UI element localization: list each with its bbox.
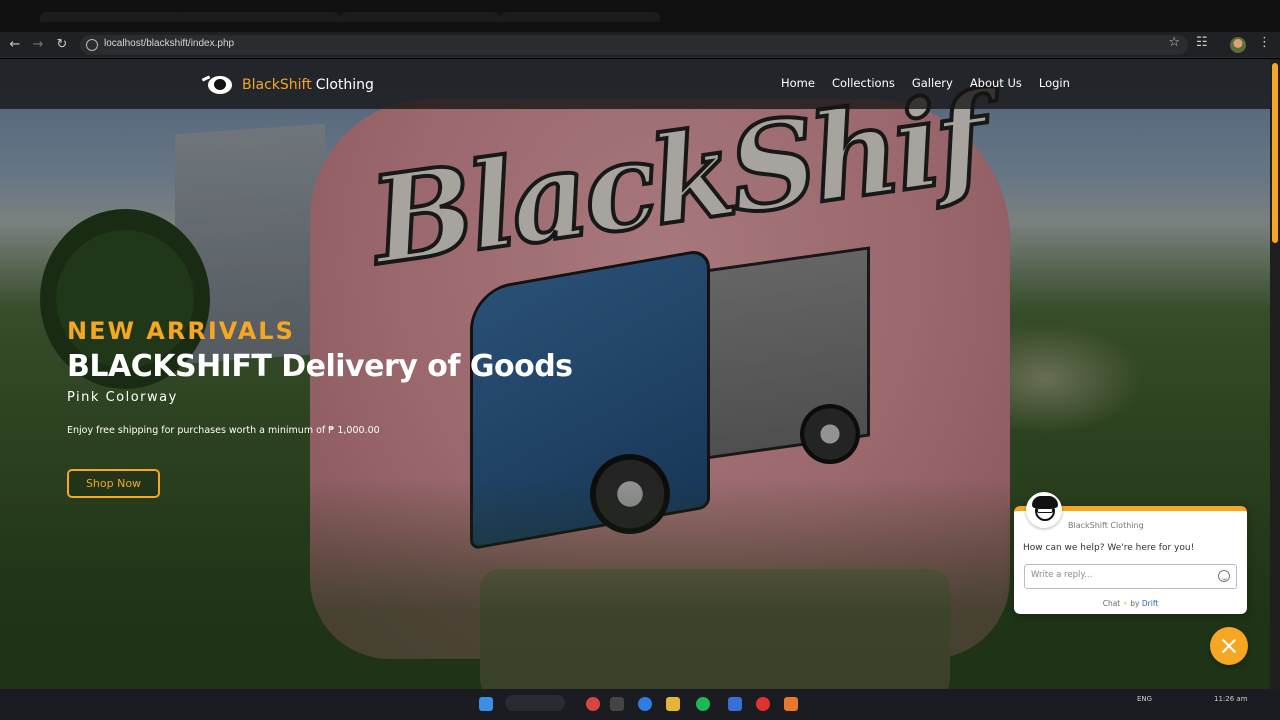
back-icon[interactable]: ← bbox=[5, 35, 25, 55]
nav-login[interactable]: Login bbox=[1039, 76, 1070, 90]
taskbar-search[interactable] bbox=[505, 695, 565, 711]
nav-links: Home Collections Gallery About Us Login bbox=[781, 76, 1087, 90]
vscode-icon[interactable] bbox=[728, 697, 742, 711]
profile-avatar[interactable] bbox=[1230, 37, 1246, 53]
nav-about-us[interactable]: About Us bbox=[970, 76, 1022, 90]
forward-icon[interactable]: → bbox=[28, 35, 48, 55]
drift-link[interactable]: Drift bbox=[1142, 599, 1158, 608]
emoji-icon[interactable] bbox=[1218, 570, 1230, 582]
chat-reply-box[interactable] bbox=[1024, 564, 1237, 589]
spotify-icon[interactable] bbox=[696, 697, 710, 711]
site-navbar: BlackShift Clothing Home Collections Gal… bbox=[0, 59, 1270, 109]
chat-close-button[interactable] bbox=[1210, 627, 1248, 665]
hero-text-block: NEW ARRIVALS BLACKSHIFT Delivery of Good… bbox=[67, 317, 573, 436]
site-logo[interactable]: BlackShift Clothing bbox=[208, 74, 374, 96]
address-bar[interactable]: localhost/blackshift/index.php ☆ bbox=[80, 35, 1188, 55]
browser-tab[interactable] bbox=[40, 12, 200, 22]
file-explorer-icon[interactable] bbox=[666, 697, 680, 711]
chat-greeting: How can we help? We're here for you! bbox=[1023, 543, 1195, 553]
extensions-icon[interactable]: ☷ bbox=[1196, 35, 1208, 50]
avatar-glasses bbox=[1037, 508, 1053, 513]
chat-footer-by: by bbox=[1130, 599, 1140, 608]
hero-kicker: NEW ARRIVALS bbox=[67, 317, 295, 345]
avatar-hair bbox=[1032, 496, 1058, 508]
menu-kebab-icon[interactable]: ⋮ bbox=[1258, 35, 1271, 50]
browser-toolbar: ← → ↻ localhost/blackshift/index.php ☆ ☷… bbox=[0, 32, 1280, 58]
os-taskbar: ENG 11:26 am bbox=[0, 689, 1280, 720]
brand-name-primary: BlackShift bbox=[242, 77, 312, 93]
chat-agent-name: BlackShift Clothing bbox=[1068, 521, 1144, 530]
bookmark-star-icon[interactable]: ☆ bbox=[1168, 35, 1180, 50]
chat-footer-label: Chat bbox=[1102, 599, 1121, 608]
language-indicator[interactable]: ENG bbox=[1137, 695, 1152, 703]
start-icon[interactable] bbox=[479, 697, 493, 711]
browser-tab[interactable] bbox=[180, 12, 340, 22]
url-text[interactable]: localhost/blackshift/index.php bbox=[104, 38, 234, 49]
reload-icon[interactable]: ↻ bbox=[52, 35, 72, 55]
nav-gallery[interactable]: Gallery bbox=[912, 76, 953, 90]
nav-collections[interactable]: Collections bbox=[832, 76, 895, 90]
lightning-icon: ⚡ bbox=[1122, 599, 1128, 608]
scrollbar-thumb[interactable] bbox=[1272, 63, 1278, 243]
app-icon[interactable] bbox=[784, 697, 798, 711]
chat-reply-input[interactable] bbox=[1031, 570, 1211, 580]
chrome-icon[interactable] bbox=[586, 697, 600, 711]
clock[interactable]: 11:26 am bbox=[1214, 695, 1248, 703]
edge-icon[interactable] bbox=[638, 697, 652, 711]
tab-strip bbox=[0, 0, 1280, 32]
brand-logo-icon bbox=[208, 76, 232, 94]
page-scrollbar[interactable] bbox=[1270, 59, 1280, 689]
browser-tab[interactable] bbox=[340, 12, 500, 22]
taskview-icon[interactable] bbox=[610, 697, 624, 711]
hero-subtitle: Pink Colorway bbox=[67, 390, 178, 405]
shipping-note: Enjoy free shipping for purchases worth … bbox=[67, 425, 380, 436]
nav-home[interactable]: Home bbox=[781, 76, 815, 90]
app-icon[interactable] bbox=[756, 697, 770, 711]
shop-now-button[interactable]: Shop Now bbox=[67, 469, 160, 498]
site-info-icon[interactable] bbox=[86, 39, 98, 51]
browser-tab[interactable] bbox=[500, 12, 660, 22]
chat-footer: Chat ⚡ by Drift bbox=[1014, 599, 1247, 608]
chat-agent-avatar bbox=[1026, 492, 1062, 528]
brand-name-secondary: Clothing bbox=[315, 77, 374, 93]
hero-headline: BLACKSHIFT Delivery of Goods bbox=[67, 349, 573, 384]
